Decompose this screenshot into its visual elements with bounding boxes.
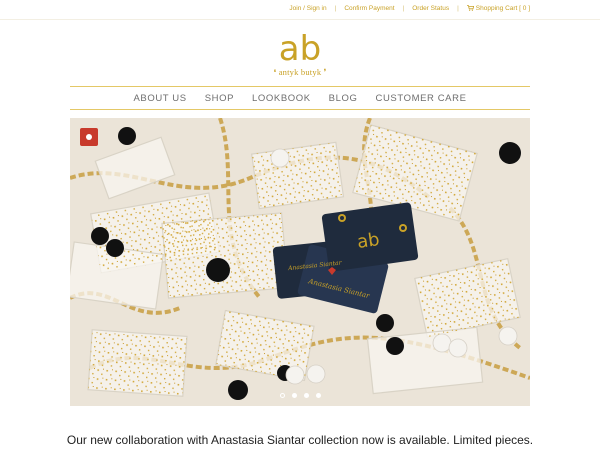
ab-logo-mark: ab — [279, 30, 321, 66]
hero-image: ab Anastasia Siantar Anastasia Siantar — [70, 118, 530, 406]
card-logo: ab — [356, 229, 381, 253]
hero-slider[interactable]: ab Anastasia Siantar Anastasia Siantar — [70, 118, 530, 406]
top-bar: Join / Sign in | Confirm Payment | Order… — [0, 0, 600, 20]
main-nav: ABOUT US SHOP LOOKBOOK BLOG CUSTOMER CAR… — [70, 86, 530, 110]
account-links: Join / Sign in | Confirm Payment | Order… — [289, 5, 530, 12]
logo-tagline: ❛ antyk butyk ❜ — [273, 67, 327, 77]
order-status-link[interactable]: Order Status — [412, 5, 449, 12]
shopping-cart-link[interactable]: Shopping Cart [ 0 ] — [466, 5, 530, 12]
slider-dots — [70, 393, 530, 398]
slider-dot[interactable] — [303, 393, 309, 398]
slider-dot[interactable] — [279, 393, 285, 398]
announcement-text: Our new collaboration with Anastasia Sia… — [66, 433, 534, 447]
site-logo[interactable]: ab ❛ antyk butyk ❜ — [0, 30, 600, 78]
svg-text:ab: ab — [279, 30, 321, 66]
separator: | — [402, 5, 405, 12]
slider-dot[interactable] — [291, 393, 297, 398]
nav-about-us[interactable]: ABOUT US — [133, 93, 186, 104]
slider-dot[interactable] — [315, 393, 321, 398]
separator: | — [457, 5, 459, 12]
cart-icon — [466, 5, 474, 11]
cart-label: Shopping Cart [ 0 ] — [475, 5, 530, 12]
nav-customer-care[interactable]: CUSTOMER CARE — [375, 93, 466, 104]
nav-shop[interactable]: SHOP — [205, 93, 234, 104]
separator: | — [334, 5, 337, 12]
join-signin-link[interactable]: Join / Sign in — [289, 5, 326, 12]
confirm-payment-link[interactable]: Confirm Payment — [344, 5, 394, 12]
nav-blog[interactable]: BLOG — [329, 93, 358, 104]
nav-lookbook[interactable]: LOOKBOOK — [252, 93, 311, 104]
